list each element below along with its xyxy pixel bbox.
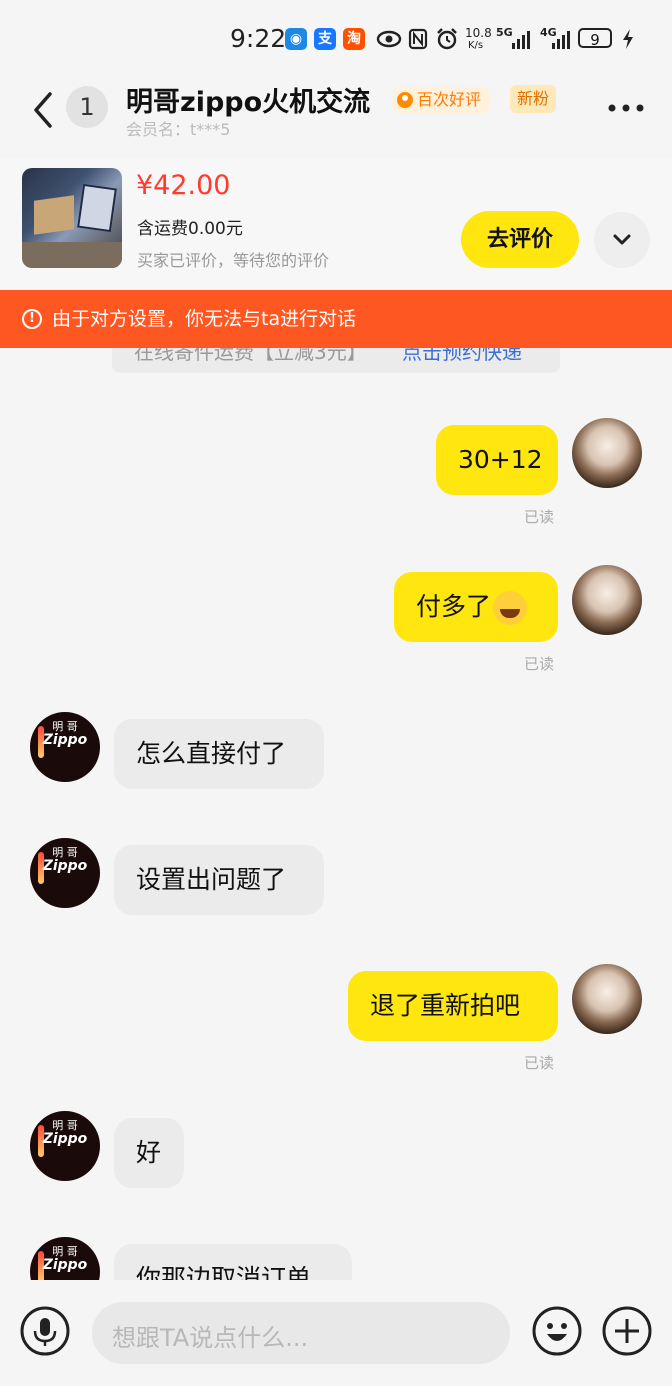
message-bubble-received[interactable]: 怎么直接付了 — [114, 719, 324, 789]
nfc-icon — [408, 28, 428, 50]
shop-avatar-logo-text: Zippo — [42, 1131, 88, 1147]
signal-icon-2 — [552, 31, 570, 49]
shop-avatar-logo-text: Zippo — [42, 732, 88, 748]
shipping-fee: 含运费0.00元 — [137, 219, 243, 239]
read-receipt: 已读 — [524, 655, 555, 673]
net-speed-value: 10.8 — [465, 26, 492, 40]
qq-icon: ◉ — [285, 28, 307, 50]
shop-avatar[interactable]: 明 哥 Zippo — [30, 1111, 100, 1181]
expand-order-button[interactable] — [594, 212, 650, 268]
voice-input-icon[interactable] — [20, 1306, 70, 1356]
product-price: ¥42.00 — [136, 170, 231, 201]
my-avatar[interactable] — [572, 418, 642, 488]
alipay-icon: 支 — [314, 28, 336, 50]
chat-header: 1 明哥zippo火机交流 百次好评 新粉 会员名：t***5 — [0, 76, 672, 158]
order-product-card[interactable]: ¥42.00 含运费0.00元 买家已评价，等待您的评价 去评价 — [0, 158, 672, 290]
signal-icon — [512, 31, 530, 49]
taobao-icon: 淘 — [343, 28, 365, 50]
my-avatar[interactable] — [572, 964, 642, 1034]
member-name: 会员名：t***5 — [126, 120, 231, 139]
input-bar: 想跟TA说点什么... — [0, 1280, 672, 1386]
review-status-text: 买家已评价，等待您的评价 — [137, 251, 330, 270]
my-avatar[interactable] — [572, 565, 642, 635]
shop-avatar[interactable]: 明 哥 Zippo — [30, 838, 100, 908]
battery-icon: 9 — [578, 28, 612, 49]
emoji-icon[interactable] — [532, 1306, 582, 1356]
unread-count-badge[interactable]: 1 — [66, 86, 108, 128]
good-review-label: 百次好评 — [417, 90, 482, 109]
net-speed-unit: K/s — [468, 40, 484, 51]
message-bubble-sent[interactable]: 退了重新拍吧 — [348, 971, 558, 1041]
status-bar: 9:22 ◉ 支 淘 10.8 K/s 5G 4G 9 — [0, 0, 672, 76]
status-time: 9:22 — [230, 24, 287, 53]
eye-icon — [376, 30, 402, 48]
more-options-icon[interactable] — [606, 98, 646, 118]
read-receipt: 已读 — [524, 1054, 555, 1072]
message-bubble-sent[interactable]: 付多了 — [394, 572, 558, 642]
write-review-button[interactable]: 去评价 — [461, 211, 579, 268]
message-bubble-sent[interactable]: 30+12 — [436, 425, 558, 495]
warning-icon: ! — [22, 309, 42, 329]
chat-blocked-banner: ! 由于对方设置，你无法与ta进行对话 — [0, 290, 672, 348]
shop-avatar-logo-text: Zippo — [42, 858, 88, 874]
shop-avatar-logo-text: Zippo — [42, 1257, 88, 1273]
shop-avatar[interactable]: 明 哥 Zippo — [30, 712, 100, 782]
plus-icon[interactable] — [602, 1306, 652, 1356]
product-thumbnail[interactable] — [22, 168, 122, 268]
message-input-placeholder: 想跟TA说点什么... — [112, 1324, 309, 1352]
read-receipt: 已读 — [524, 508, 555, 526]
charging-icon — [623, 29, 633, 49]
good-review-badge: 百次好评 — [393, 87, 490, 113]
back-arrow-icon[interactable] — [28, 90, 58, 130]
chevron-down-icon — [613, 234, 631, 245]
message-text: 付多了 — [416, 592, 492, 621]
blocked-message: 由于对方设置，你无法与ta进行对话 — [52, 308, 357, 330]
medal-icon — [397, 92, 413, 108]
new-fan-badge: 新粉 — [510, 85, 557, 113]
shop-name-title[interactable]: 明哥zippo火机交流 — [126, 80, 370, 119]
alarm-icon — [437, 28, 457, 50]
tears-of-joy-emoji-icon — [493, 591, 528, 625]
message-bubble-received[interactable]: 好 — [114, 1118, 184, 1188]
message-bubble-received[interactable]: 设置出问题了 — [114, 845, 324, 915]
